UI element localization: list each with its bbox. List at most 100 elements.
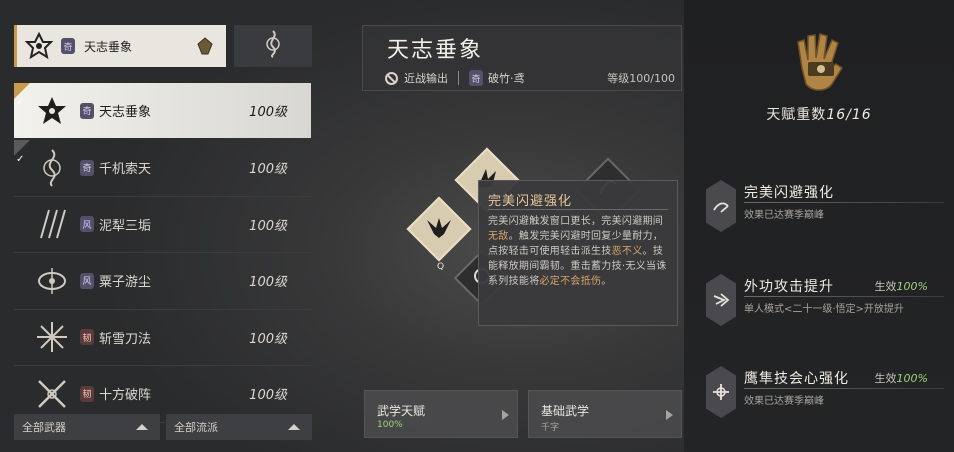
talent-count: 天赋重数16/16 [684,104,954,124]
talent-icon-frame [706,366,736,418]
talent-icon-frame [706,274,736,326]
talent-divider [744,296,944,297]
weapon-name: 粟子游尘 [99,275,152,291]
school-badge: 韧 [80,329,94,346]
weapon-filter-value: 全部武器 [22,421,66,434]
talent-hand-emblem-icon [788,28,852,98]
school-badge: 奇 [80,102,94,119]
weapon-level: 100级 [249,162,287,178]
crosshair-icon [713,384,729,400]
style-filter-dropdown[interactable]: 全部流派 [166,414,312,440]
weapon-sigil-icon [24,257,80,305]
weapon-row-suzi[interactable]: 风粟子游尘 100级 [14,253,311,310]
tooltip-title: 完美闪避强化 [488,194,573,209]
talent-desc: 效果已达赛季巅峰 [744,210,824,221]
tooltip-divider [488,209,668,210]
weapon-sigil-icon [24,370,80,418]
tooltip-text: 完美闪避触发窗口更长，完美闪避期间 [488,216,664,227]
skill-key-hint: Q [437,262,445,272]
weapon-sigil-icon [24,87,80,135]
tab-subtitle: 100% [377,420,403,430]
strike-icon [713,293,730,307]
weapon-name: 十方破阵 [99,388,152,404]
tab-title: 武学天赋 [377,404,426,418]
caret-up-icon [136,424,148,430]
talent-desc: 效果已达赛季巅峰 [744,396,824,407]
weapon-sigil-icon [24,144,80,192]
status-label: 生效 [874,372,897,385]
style-filter-value: 全部流派 [174,421,218,434]
status-label: 生效 [874,280,897,293]
talent-item-perfect-dodge[interactable]: 完美闪避强化 效果已达赛季巅峰 [706,180,946,240]
melee-role-icon [385,71,398,85]
tooltip-highlight: 必定不会抵伤 [539,276,602,287]
caret-up-icon [288,424,300,430]
weapon-level: 100级 [249,275,287,291]
school-badge: 奇 [80,159,94,176]
secondary-weapon-slot[interactable] [234,25,312,67]
talent-name: 鹰隼技会心强化 [744,371,849,387]
talent-item-attack-boost[interactable]: 外功攻击提升 生效100% 单人模式<二十一级·悟定>开放提升 [706,274,946,334]
current-weapon-slot[interactable]: 奇 天志垂象 [14,25,226,67]
tooltip-highlight: 无敌 [488,231,509,242]
talent-name: 完美闪避强化 [744,185,834,201]
weapon-row-qianji[interactable]: ✓ 奇千机索天 100级 [14,140,311,197]
tooltip-highlight: 恶不义 [611,246,643,257]
weapon-sigil-icon [24,200,80,248]
divider [458,71,459,85]
swallow-icon [424,212,454,246]
weapon-row-nili[interactable]: 风泥犁三垢 100级 [14,197,311,253]
talent-desc: 单人模式<二十一级·悟定>开放提升 [744,304,904,315]
talent-status: 生效100% [875,278,928,294]
role-label: 近战输出 [404,72,448,85]
talent-divider [744,202,944,203]
talent-divider [744,388,944,389]
weapon-title: 天志垂象 [387,38,484,63]
weapon-level: 100级 [249,105,287,120]
weapon-filter-dropdown[interactable]: 全部武器 [14,414,160,440]
school-badge: 奇 [61,38,75,54]
school-label: 破竹·鸢 [488,72,525,85]
school-badge: 风 [80,272,94,289]
tab-subtitle: 千字 [541,423,560,433]
school-badge: 奇 [469,70,483,86]
talent-item-falcon-crit[interactable]: 鹰隼技会心强化 生效100% 效果已达赛季巅峰 [706,366,946,426]
talent-status: 生效100% [875,370,928,386]
talent-panel: 天赋重数16/16 完美闪避强化 效果已达赛季巅峰 外功攻击提升 生效100% … [684,0,954,452]
talent-count-label: 天赋重数 [766,107,827,123]
gem-icon [196,37,214,55]
weapon-list: ✓ 奇天志垂象 100级 ✓ 奇千机索天 100级 风泥犁三垢 100级 风 粟… [14,83,311,423]
weapon-name: 千机索天 [99,162,152,178]
weapon-name: 泥犁三垢 [99,218,152,234]
tab-martial-talent[interactable]: 武学天赋 100% [364,390,518,438]
status-pct: 100% [896,280,928,293]
status-pct: 100% [896,372,928,385]
weapon-row-zhanxue[interactable]: 韧斩雪刀法 100级 [14,310,311,366]
school-badge: 韧 [80,385,94,402]
weapon-level: 100级 [249,388,287,404]
equipped-check-icon: ✓ [14,140,30,165]
weapon-row-tianzhi[interactable]: ✓ 奇天志垂象 100级 [14,83,311,138]
weapon-name: 斩雪刀法 [99,331,152,347]
tooltip-text: 。 [601,276,612,287]
weapon-selector-panel: 奇 天志垂象 ✓ 奇天志垂象 100级 ✓ 奇千机索天 100级 风 泥犁三垢 … [0,0,320,452]
talent-name: 外功攻击提升 [744,279,834,295]
weapon-sigil-icon [17,25,61,67]
tooltip-body: 完美闪避触发窗口更长，完美闪避期间无敌。触发完美闪避时回复少量耐力，点按轻击可使… [488,214,672,289]
equipped-check-icon: ✓ [14,83,30,108]
secondary-weapon-icon [259,29,287,63]
chevron-right-icon [502,410,509,420]
weapon-name: 天志垂象 [99,105,152,120]
weapon-level-label: 等级100/100 [607,72,675,85]
talent-tooltip: 完美闪避强化 完美闪避触发窗口更长，完美闪避期间无敌。触发完美闪避时回复少量耐力… [478,180,678,326]
talent-icon-frame [706,180,736,232]
weapon-level: 100级 [249,218,287,234]
weapon-detail-header: 天志垂象 近战输出 奇 破竹·鸢 等级100/100 [362,25,682,91]
weapon-sigil-icon [24,313,80,361]
current-weapon-label: 天志垂象 [84,39,133,54]
tab-basic-martial[interactable]: 基础武学 千字 [528,390,682,438]
talent-count-value: 16/16 [826,107,872,123]
tab-title: 基础武学 [541,404,590,418]
school-badge: 风 [80,216,94,233]
dodge-icon [713,202,729,213]
